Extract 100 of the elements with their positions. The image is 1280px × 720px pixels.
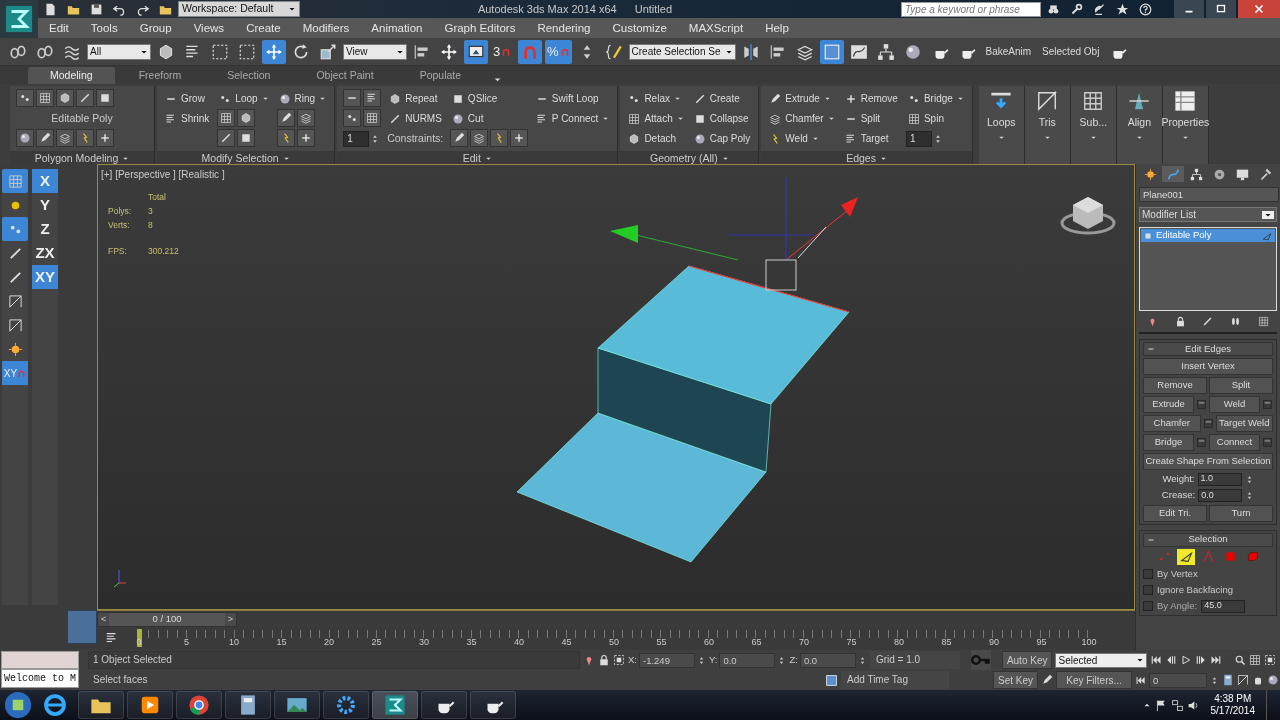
axis-constraint[interactable]: Y <box>32 193 58 217</box>
search-field[interactable]: Type a keyword or phrase <box>901 1 1041 17</box>
zoom-icon[interactable] <box>1234 654 1247 666</box>
browser-icon[interactable] <box>176 691 222 719</box>
pencil-icon[interactable] <box>276 109 295 127</box>
command-button[interactable]: Split <box>1209 377 1273 394</box>
dropdown[interactable]: Create Selection Se <box>628 43 736 60</box>
ribbon-button[interactable]: QSlice <box>449 89 528 108</box>
ribbon-tab[interactable]: Freeform <box>116 67 204 84</box>
key-mode-dropdown[interactable]: Selected <box>1055 652 1148 668</box>
ribbon-large-button[interactable]: Align <box>1116 86 1163 164</box>
teapot-icon[interactable] <box>421 691 467 719</box>
flag-icon[interactable] <box>1154 698 1168 712</box>
number-field[interactable]: 1 <box>905 130 932 147</box>
viewport-label[interactable]: [+] [Perspective ] [Realistic ] <box>101 167 225 182</box>
ribbon-button[interactable]: Repeat <box>387 89 444 108</box>
axis-constraint[interactable]: ZX <box>32 241 58 265</box>
minimize-icon[interactable] <box>1174 0 1204 18</box>
key-filters-button[interactable]: Key Filters... <box>1056 671 1133 689</box>
ribbon-button[interactable]: Swift Loop <box>533 89 612 108</box>
plus-icon[interactable] <box>96 129 114 147</box>
next-frame-button[interactable]: > <box>224 613 236 626</box>
script-listener-output[interactable]: Welcome to M <box>1 669 79 688</box>
ribbon-button[interactable]: Extrude <box>767 89 837 108</box>
ribbon-tab[interactable]: Populate <box>397 67 484 84</box>
add-time-tag[interactable]: Add Time Tag <box>841 671 949 689</box>
dropdown[interactable]: All <box>87 43 151 60</box>
viewport[interactable]: [+] [Perspective ] [Realistic ] Total Polys: 3 Verts: 8 FPS: 300.212 <box>97 164 1135 610</box>
menu-item[interactable]: Rendering <box>526 18 602 38</box>
ribbon-button[interactable]: Split <box>842 109 900 128</box>
ribbon-button[interactable]: P Connect <box>533 109 612 128</box>
magnet-icon[interactable] <box>518 39 542 64</box>
command-button[interactable]: Chamfer <box>1143 415 1201 432</box>
media-player-icon[interactable] <box>127 691 173 719</box>
workspace-dropdown[interactable]: Workspace: Default <box>178 1 300 17</box>
rollout-title[interactable]: Edit Edges <box>1143 342 1273 356</box>
app-logo-icon[interactable] <box>372 691 418 719</box>
command-button[interactable]: Bridge <box>1143 434 1194 451</box>
ribbon-button[interactable]: Cap Poly <box>691 129 753 148</box>
ribbon-button[interactable]: Collapse <box>691 109 753 128</box>
command-button[interactable]: Create Shape From Selection <box>1143 453 1273 470</box>
folder-icon[interactable] <box>78 691 124 719</box>
start-orb-icon[interactable] <box>4 691 32 719</box>
coordinate-field[interactable]: 0.0 <box>719 652 776 668</box>
ribbon-large-button[interactable]: Sub... <box>1070 86 1117 164</box>
skip-back-icon[interactable] <box>1135 674 1147 686</box>
number-field[interactable]: 1 <box>343 130 370 147</box>
command-button[interactable]: Remove <box>1143 377 1207 394</box>
ribbon-button[interactable]: Ring <box>276 89 329 108</box>
ribbon-button[interactable]: Weld <box>767 129 837 148</box>
coordinate-field[interactable]: -1.249 <box>639 652 695 668</box>
selection-square-icon[interactable] <box>613 654 625 666</box>
ribbon-button[interactable]: Bridge <box>905 89 966 108</box>
screen-icon[interactable] <box>464 39 488 64</box>
command-button[interactable]: Edit Tri. <box>1143 504 1207 522</box>
sphere-icon[interactable] <box>1267 674 1280 686</box>
ribbon-button[interactable]: Chamfer <box>767 109 837 128</box>
network-icon[interactable] <box>1170 698 1184 712</box>
number-field[interactable]: 1.0 <box>1197 472 1242 486</box>
grid-icon[interactable] <box>363 109 382 127</box>
spinner-arrows-icon[interactable] <box>697 655 706 665</box>
command-button[interactable]: Connect <box>1209 434 1260 451</box>
triangle-icon[interactable] <box>1237 674 1250 686</box>
snap-toggle[interactable]: 3 <box>491 39 515 64</box>
ribbon-large-button[interactable]: Loops <box>978 86 1025 164</box>
picture-icon[interactable] <box>274 691 320 719</box>
layers-icon[interactable] <box>469 129 488 147</box>
ribbon-tab[interactable]: Selection <box>205 67 293 84</box>
lock-icon[interactable] <box>598 654 610 666</box>
calculator-icon[interactable] <box>1222 674 1235 686</box>
ribbon-button[interactable]: Shrink <box>163 109 212 128</box>
ribbon-large-button[interactable]: Properties <box>1162 86 1209 164</box>
menu-item[interactable]: Views <box>182 18 236 38</box>
pencil-icon[interactable] <box>36 129 54 147</box>
lock-icon[interactable] <box>1174 316 1186 327</box>
globe-icon[interactable] <box>43 693 67 717</box>
wand-icon[interactable] <box>276 129 295 147</box>
calculator-icon[interactable] <box>225 691 271 719</box>
menu-item[interactable]: Edit <box>38 18 80 38</box>
command-button[interactable]: Extrude <box>1143 396 1194 413</box>
current-frame-field[interactable]: 0 <box>1149 672 1208 688</box>
move-icon[interactable] <box>262 39 286 64</box>
mini-curve-toggle[interactable] <box>67 610 97 644</box>
dots-icon[interactable] <box>2 217 28 241</box>
axis-constraint[interactable]: Z <box>32 217 58 241</box>
ribbon-tab[interactable]: Modeling <box>28 67 115 84</box>
ribbon-button[interactable]: Create <box>691 89 753 108</box>
list-icon[interactable] <box>105 631 119 645</box>
list-icon[interactable] <box>363 89 382 107</box>
command-button[interactable]: Weld <box>1209 396 1260 413</box>
ribbon-button[interactable]: Relax <box>626 89 686 108</box>
ribbon-large-button[interactable]: Tris <box>1024 86 1071 164</box>
play-icon[interactable] <box>1180 654 1193 666</box>
set-key-button[interactable]: Set Key <box>993 671 1039 689</box>
menu-item[interactable]: Animation <box>360 18 434 38</box>
cube-icon[interactable] <box>56 89 74 107</box>
ribbon-button[interactable]: Target <box>842 129 900 148</box>
menu-item[interactable]: MAXScript <box>677 18 755 38</box>
viewcube-icon[interactable] <box>1060 197 1116 235</box>
menu-item[interactable]: Customize <box>601 18 678 38</box>
